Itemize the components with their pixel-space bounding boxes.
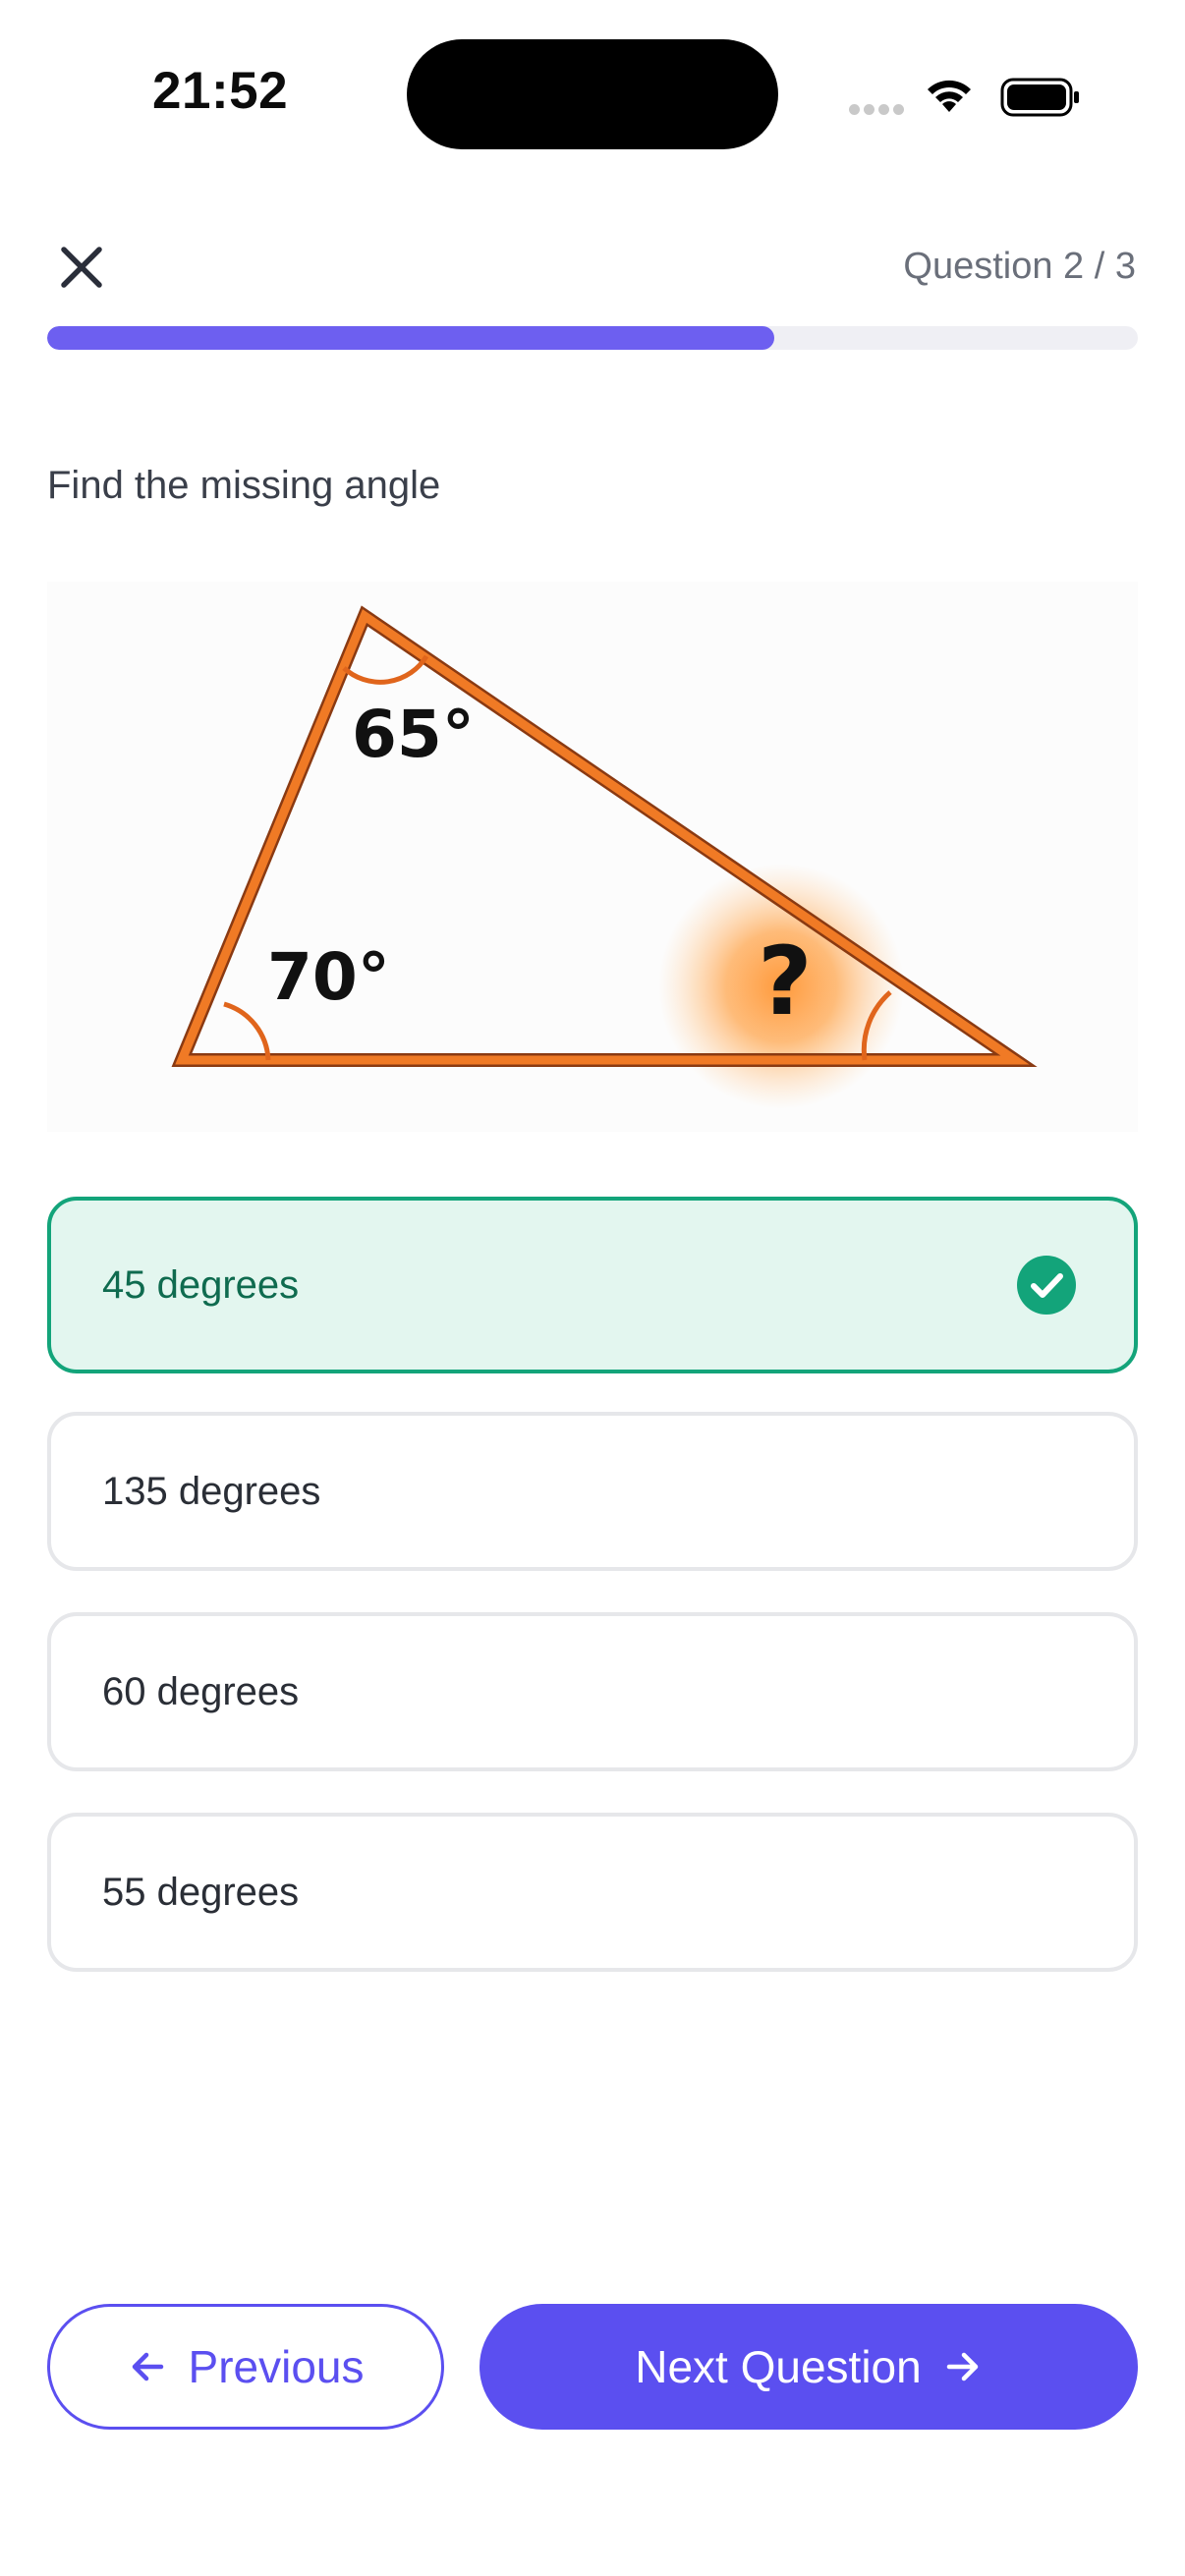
- answer-label: 45 degrees: [102, 1262, 300, 1307]
- progress-bar: [47, 326, 1138, 350]
- question-prompt: Find the missing angle: [47, 464, 441, 507]
- unknown-angle-label: ?: [758, 926, 813, 1036]
- dynamic-island: [407, 39, 778, 149]
- angle-arc-left: [223, 1001, 271, 1061]
- previous-button-label: Previous: [188, 2341, 365, 2392]
- arrow-left-icon: [132, 2352, 163, 2381]
- battery-icon: [1000, 78, 1079, 117]
- angle-arc-top: [342, 654, 429, 685]
- cellular-signal-icon: [849, 102, 908, 120]
- answer-option-1[interactable]: 45 degrees: [47, 1197, 1138, 1373]
- answer-option-2[interactable]: 135 degrees: [47, 1412, 1138, 1571]
- answer-label: 135 degrees: [102, 1469, 321, 1513]
- previous-button[interactable]: Previous: [47, 2304, 444, 2430]
- wifi-icon: [928, 80, 971, 112]
- angle-label-top: 65°: [352, 697, 475, 772]
- progress-fill: [47, 326, 775, 350]
- answer-label: 55 degrees: [102, 1870, 300, 1914]
- next-button-label: Next Question: [635, 2341, 922, 2392]
- status-time: 21:52: [152, 62, 289, 120]
- question-figure: 65° 70° ?: [47, 582, 1138, 1132]
- check-icon: [1017, 1256, 1076, 1315]
- answer-option-4[interactable]: 55 degrees: [47, 1813, 1138, 1972]
- question-counter: Question 2 / 3: [903, 246, 1136, 287]
- arrow-right-icon: [946, 2352, 978, 2381]
- answer-option-3[interactable]: 60 degrees: [47, 1612, 1138, 1771]
- close-button[interactable]: [51, 237, 112, 298]
- answer-label: 60 degrees: [102, 1669, 300, 1713]
- angle-label-left: 70°: [267, 939, 390, 1015]
- next-question-button[interactable]: Next Question: [480, 2304, 1138, 2430]
- close-icon: [61, 247, 102, 288]
